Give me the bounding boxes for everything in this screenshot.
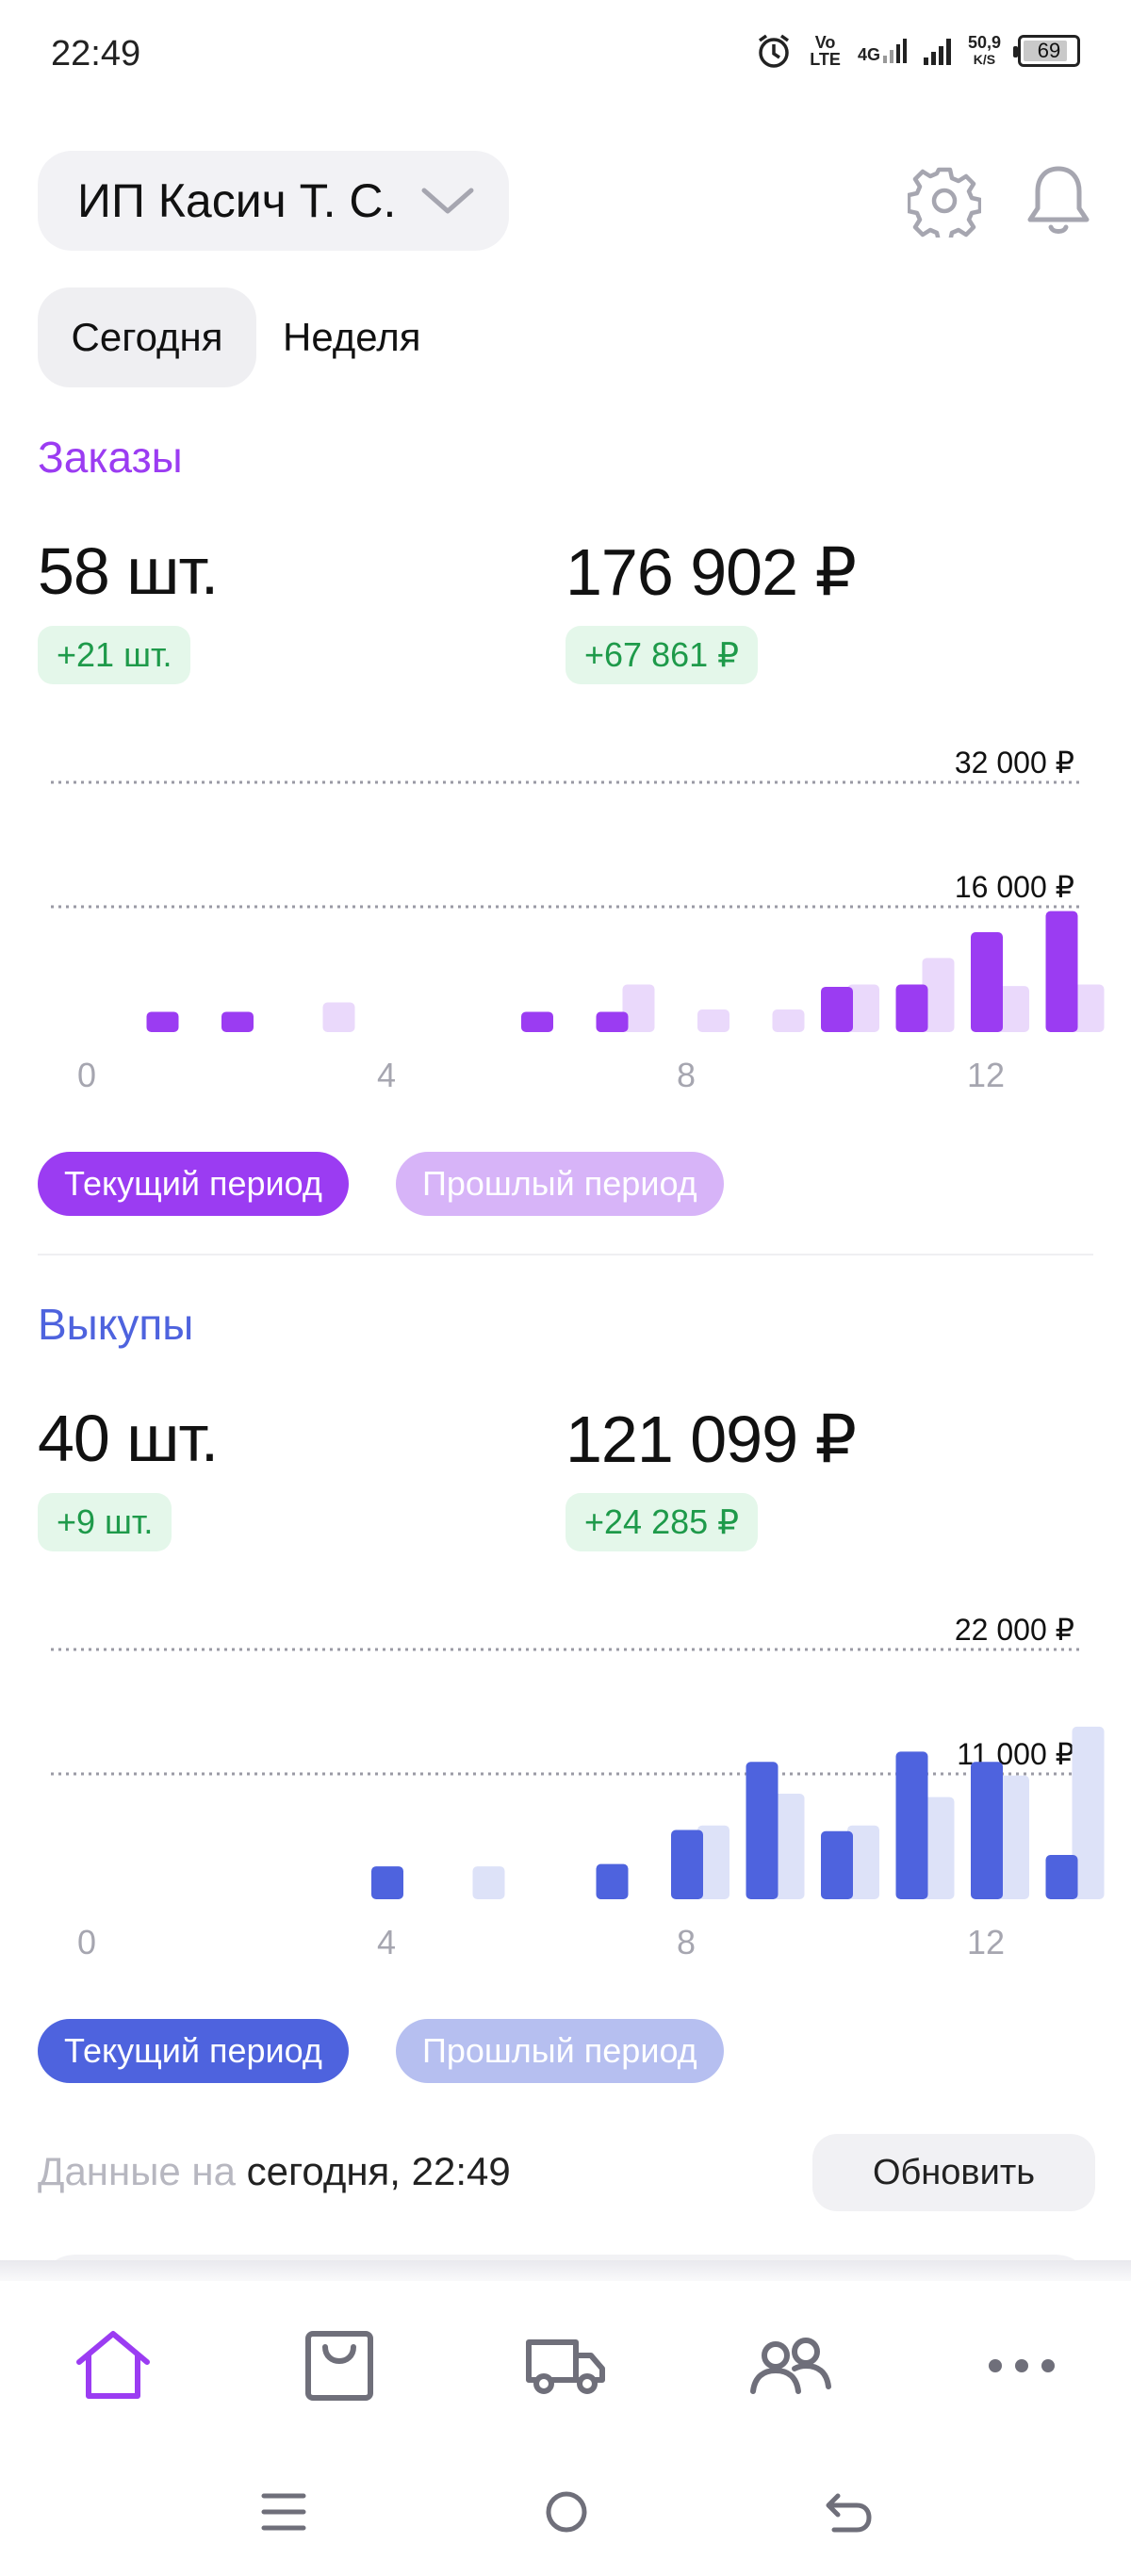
orders-title: Заказы — [38, 433, 183, 482]
buyouts-bar-current — [971, 1762, 1003, 1899]
buyouts-count-delta: +9 шт. — [38, 1493, 172, 1551]
orders-count-delta: +21 шт. — [38, 626, 191, 684]
buyouts-x-tick: 8 — [677, 1923, 696, 1961]
tab-week[interactable]: Неделя — [283, 287, 421, 387]
refresh-button[interactable]: Обновить — [812, 2134, 1095, 2211]
orders-bar-current — [521, 1011, 553, 1032]
home-icon — [76, 2331, 150, 2399]
orders-chart: 32 000 ₽ 16 000 ₽ 0 4 8 12 — [51, 746, 1105, 1094]
buyouts-x-tick: 12 — [967, 1923, 1005, 1961]
buyouts-grid-label: 22 000 ₽ — [955, 1613, 1074, 1647]
system-back-button[interactable] — [807, 2479, 892, 2545]
battery-icon: 69 — [1013, 35, 1080, 67]
account-selector[interactable]: ИП Касич Т. С. — [38, 151, 509, 251]
nav-products[interactable] — [292, 2319, 386, 2413]
buyouts-bar-previous — [472, 1866, 505, 1899]
buyouts-sum-delta: +24 285 ₽ — [566, 1493, 759, 1551]
section-divider — [38, 1254, 1093, 1255]
buyouts-count: 40 шт. — [38, 1402, 219, 1475]
orders-bar-current — [221, 1011, 254, 1032]
orders-legend-previous[interactable]: Прошлый период — [396, 1152, 724, 1216]
orders-x-tick: 8 — [677, 1056, 696, 1094]
nav-more[interactable] — [975, 2319, 1069, 2413]
circle-icon — [546, 2491, 587, 2533]
orders-bar-previous — [772, 1009, 805, 1032]
buyouts-bar-current — [746, 1762, 779, 1899]
chevron-down-icon — [421, 188, 474, 214]
back-icon — [826, 2493, 872, 2533]
users-icon — [750, 2338, 831, 2394]
buyouts-x-tick: 4 — [377, 1923, 396, 1961]
nav-delivery[interactable] — [518, 2319, 613, 2413]
orders-x-tick: 0 — [77, 1056, 96, 1094]
orders-bar-current — [596, 1011, 629, 1032]
orders-count: 58 шт. — [38, 534, 219, 608]
buyouts-bar-current — [671, 1829, 703, 1899]
orders-sum: 176 902 ₽ — [566, 535, 857, 609]
orders-x-tick: 4 — [377, 1056, 396, 1094]
orders-grid-label: 32 000 ₽ — [955, 746, 1074, 779]
signal-icon — [923, 37, 951, 65]
menu-icon — [261, 2493, 306, 2531]
orders-bar-current — [895, 984, 928, 1032]
signal-4g-icon: 4G — [858, 39, 907, 63]
bell-icon — [1027, 166, 1090, 234]
orders-bar-previous — [697, 1009, 729, 1032]
orders-x-tick: 12 — [967, 1056, 1005, 1094]
buyouts-title: Выкупы — [38, 1300, 194, 1349]
buyouts-bar-current — [1045, 1855, 1078, 1899]
orders-bar-current — [146, 1011, 179, 1032]
network-speed: 50,9 K/S — [967, 33, 1001, 67]
buyouts-bar-current — [821, 1830, 853, 1899]
bag-icon — [305, 2331, 373, 2401]
settings-button[interactable] — [902, 158, 987, 243]
orders-grid-label: 16 000 ₽ — [955, 870, 1074, 904]
buyouts-legend-current[interactable]: Текущий период — [38, 2019, 349, 2083]
orders-bar-current — [1045, 911, 1078, 1032]
gear-icon — [908, 167, 981, 238]
notifications-button[interactable] — [1016, 158, 1101, 243]
truck-icon — [526, 2339, 605, 2394]
buyouts-legend-previous[interactable]: Прошлый период — [396, 2019, 724, 2083]
system-menu-button[interactable] — [241, 2479, 326, 2545]
buyouts-bar-current — [596, 1863, 629, 1899]
data-timestamp: Данные на сегодня, 22:49 — [38, 2149, 511, 2193]
alarm-icon — [759, 34, 790, 68]
tab-today[interactable]: Сегодня — [38, 287, 256, 387]
buyouts-x-tick: 0 — [77, 1923, 96, 1961]
buyouts-chart: 22 000 ₽11 000 ₽0 4 8 12 — [51, 1613, 1105, 1961]
nav-home[interactable] — [66, 2319, 160, 2413]
system-home-button[interactable] — [524, 2479, 609, 2545]
nav-users[interactable] — [745, 2319, 839, 2413]
more-icon — [989, 2359, 1055, 2372]
status-icons: Vo LTE 4G 50,9 K/S 69 — [755, 32, 1080, 70]
account-name: ИП Касич Т. С. — [77, 174, 397, 227]
buyouts-sum: 121 099 ₽ — [566, 1403, 857, 1476]
orders-legend-current[interactable]: Текущий период — [38, 1152, 349, 1216]
buyouts-bar-current — [371, 1866, 403, 1899]
orders-sum-delta: +67 861 ₽ — [566, 626, 759, 684]
buyouts-bar-current — [895, 1751, 928, 1899]
orders-bar-previous — [322, 1002, 355, 1032]
status-time: 22:49 — [51, 34, 141, 74]
volte-indicator: Vo LTE — [810, 33, 841, 69]
orders-bar-current — [821, 986, 853, 1032]
orders-bar-current — [971, 932, 1003, 1032]
